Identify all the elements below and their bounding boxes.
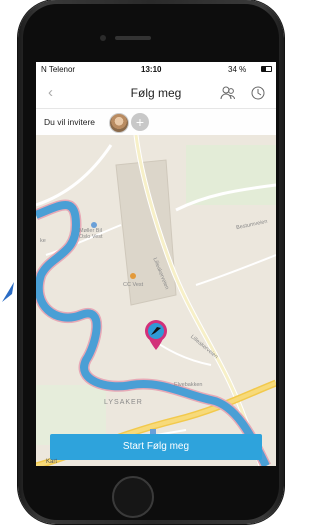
map-label-cc-vest: CC Vest (123, 282, 144, 288)
history-clock-icon[interactable] (250, 85, 266, 101)
pointer-arrow-icon (2, 282, 14, 302)
map-label-lysaker: LYSAKER (104, 399, 143, 406)
status-bar: N Telenor 13:10 34 % (36, 62, 276, 78)
battery-icon (261, 66, 272, 72)
battery-label: 34 % (228, 65, 247, 74)
add-contact-button[interactable]: + (131, 113, 149, 131)
clock: 13:10 (141, 65, 162, 74)
map-label-meller: Møller Bil Oslo Vest (79, 228, 103, 240)
avatar[interactable] (109, 113, 129, 133)
carrier-label: N Telenor (41, 65, 76, 74)
earpiece-speaker (115, 36, 151, 40)
map-label-ke: ke (40, 238, 46, 244)
map-attribution: Kart (46, 459, 58, 465)
map-label-elvebakken: Elvebakken (174, 382, 203, 388)
page-title: Følg meg (130, 86, 182, 100)
home-button[interactable] (112, 476, 154, 518)
map-view[interactable] (36, 135, 276, 466)
front-camera (100, 35, 106, 41)
start-follow-button[interactable]: Start Følg meg (50, 434, 262, 460)
nav-bar: ‹ Følg meg (36, 78, 276, 109)
contacts-icon[interactable] (220, 85, 236, 101)
invite-label: Du vil invitere (44, 117, 96, 127)
app-screen: N Telenor 13:10 34 % ‹ Følg meg Du vil i… (36, 62, 276, 466)
invite-bar: Du vil invitere + (36, 109, 276, 136)
